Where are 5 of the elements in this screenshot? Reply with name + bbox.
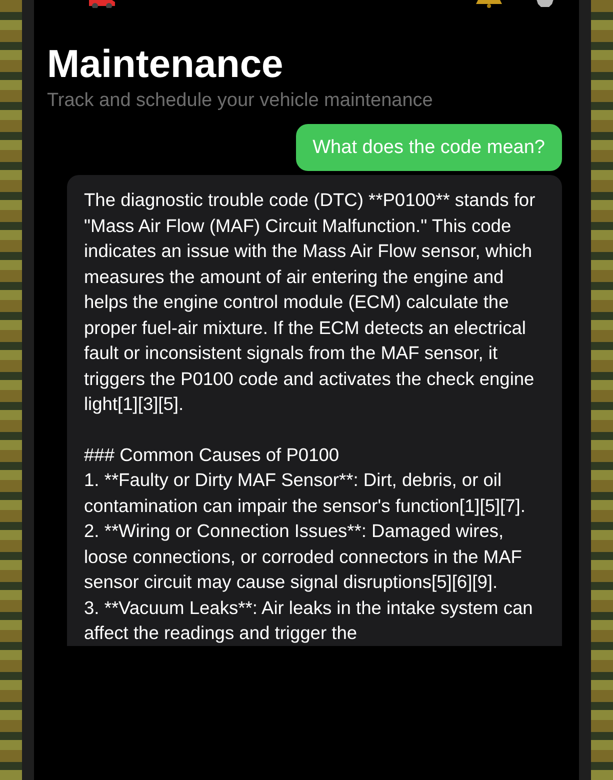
assistant-message: The diagnostic trouble code (DTC) **P0100** stands for "Mass Air Flow (MAF) Circuit Malfunction." This code indicates an issue with the Mass Air Flow sensor, which measures the amount of air entering the engine and helps the engine control module (ECM) calculate the proper fuel-air mixture. If the ECM detects an electrical fault or inconsistent signals from the MAF sensor, it triggers the P0100 code and activates the check engine light[1][3][5]. ### Common Causes of P0100 1. **Faulty or Dirty MAF Sensor**: Dirt, debris, or oil contamination can impair the sensor's function[1][5][7]. 2. **Wiring or Connection Issues**: Damaged wires, loose connections, or corroded connectors in the MAF sensor circuit may cause signal disruptions[5][6][9]. 3. **Vacuum Leaks**: Air leaks in the intake system can affect the readings and trigger the xyxy=(67,175,562,646)
page-title: Maintenance xyxy=(47,42,284,88)
bell-icon[interactable] xyxy=(476,0,502,8)
user-message: What does the code mean? xyxy=(296,124,562,171)
page-subtitle: Track and schedule your vehicle maintenance xyxy=(47,90,434,112)
